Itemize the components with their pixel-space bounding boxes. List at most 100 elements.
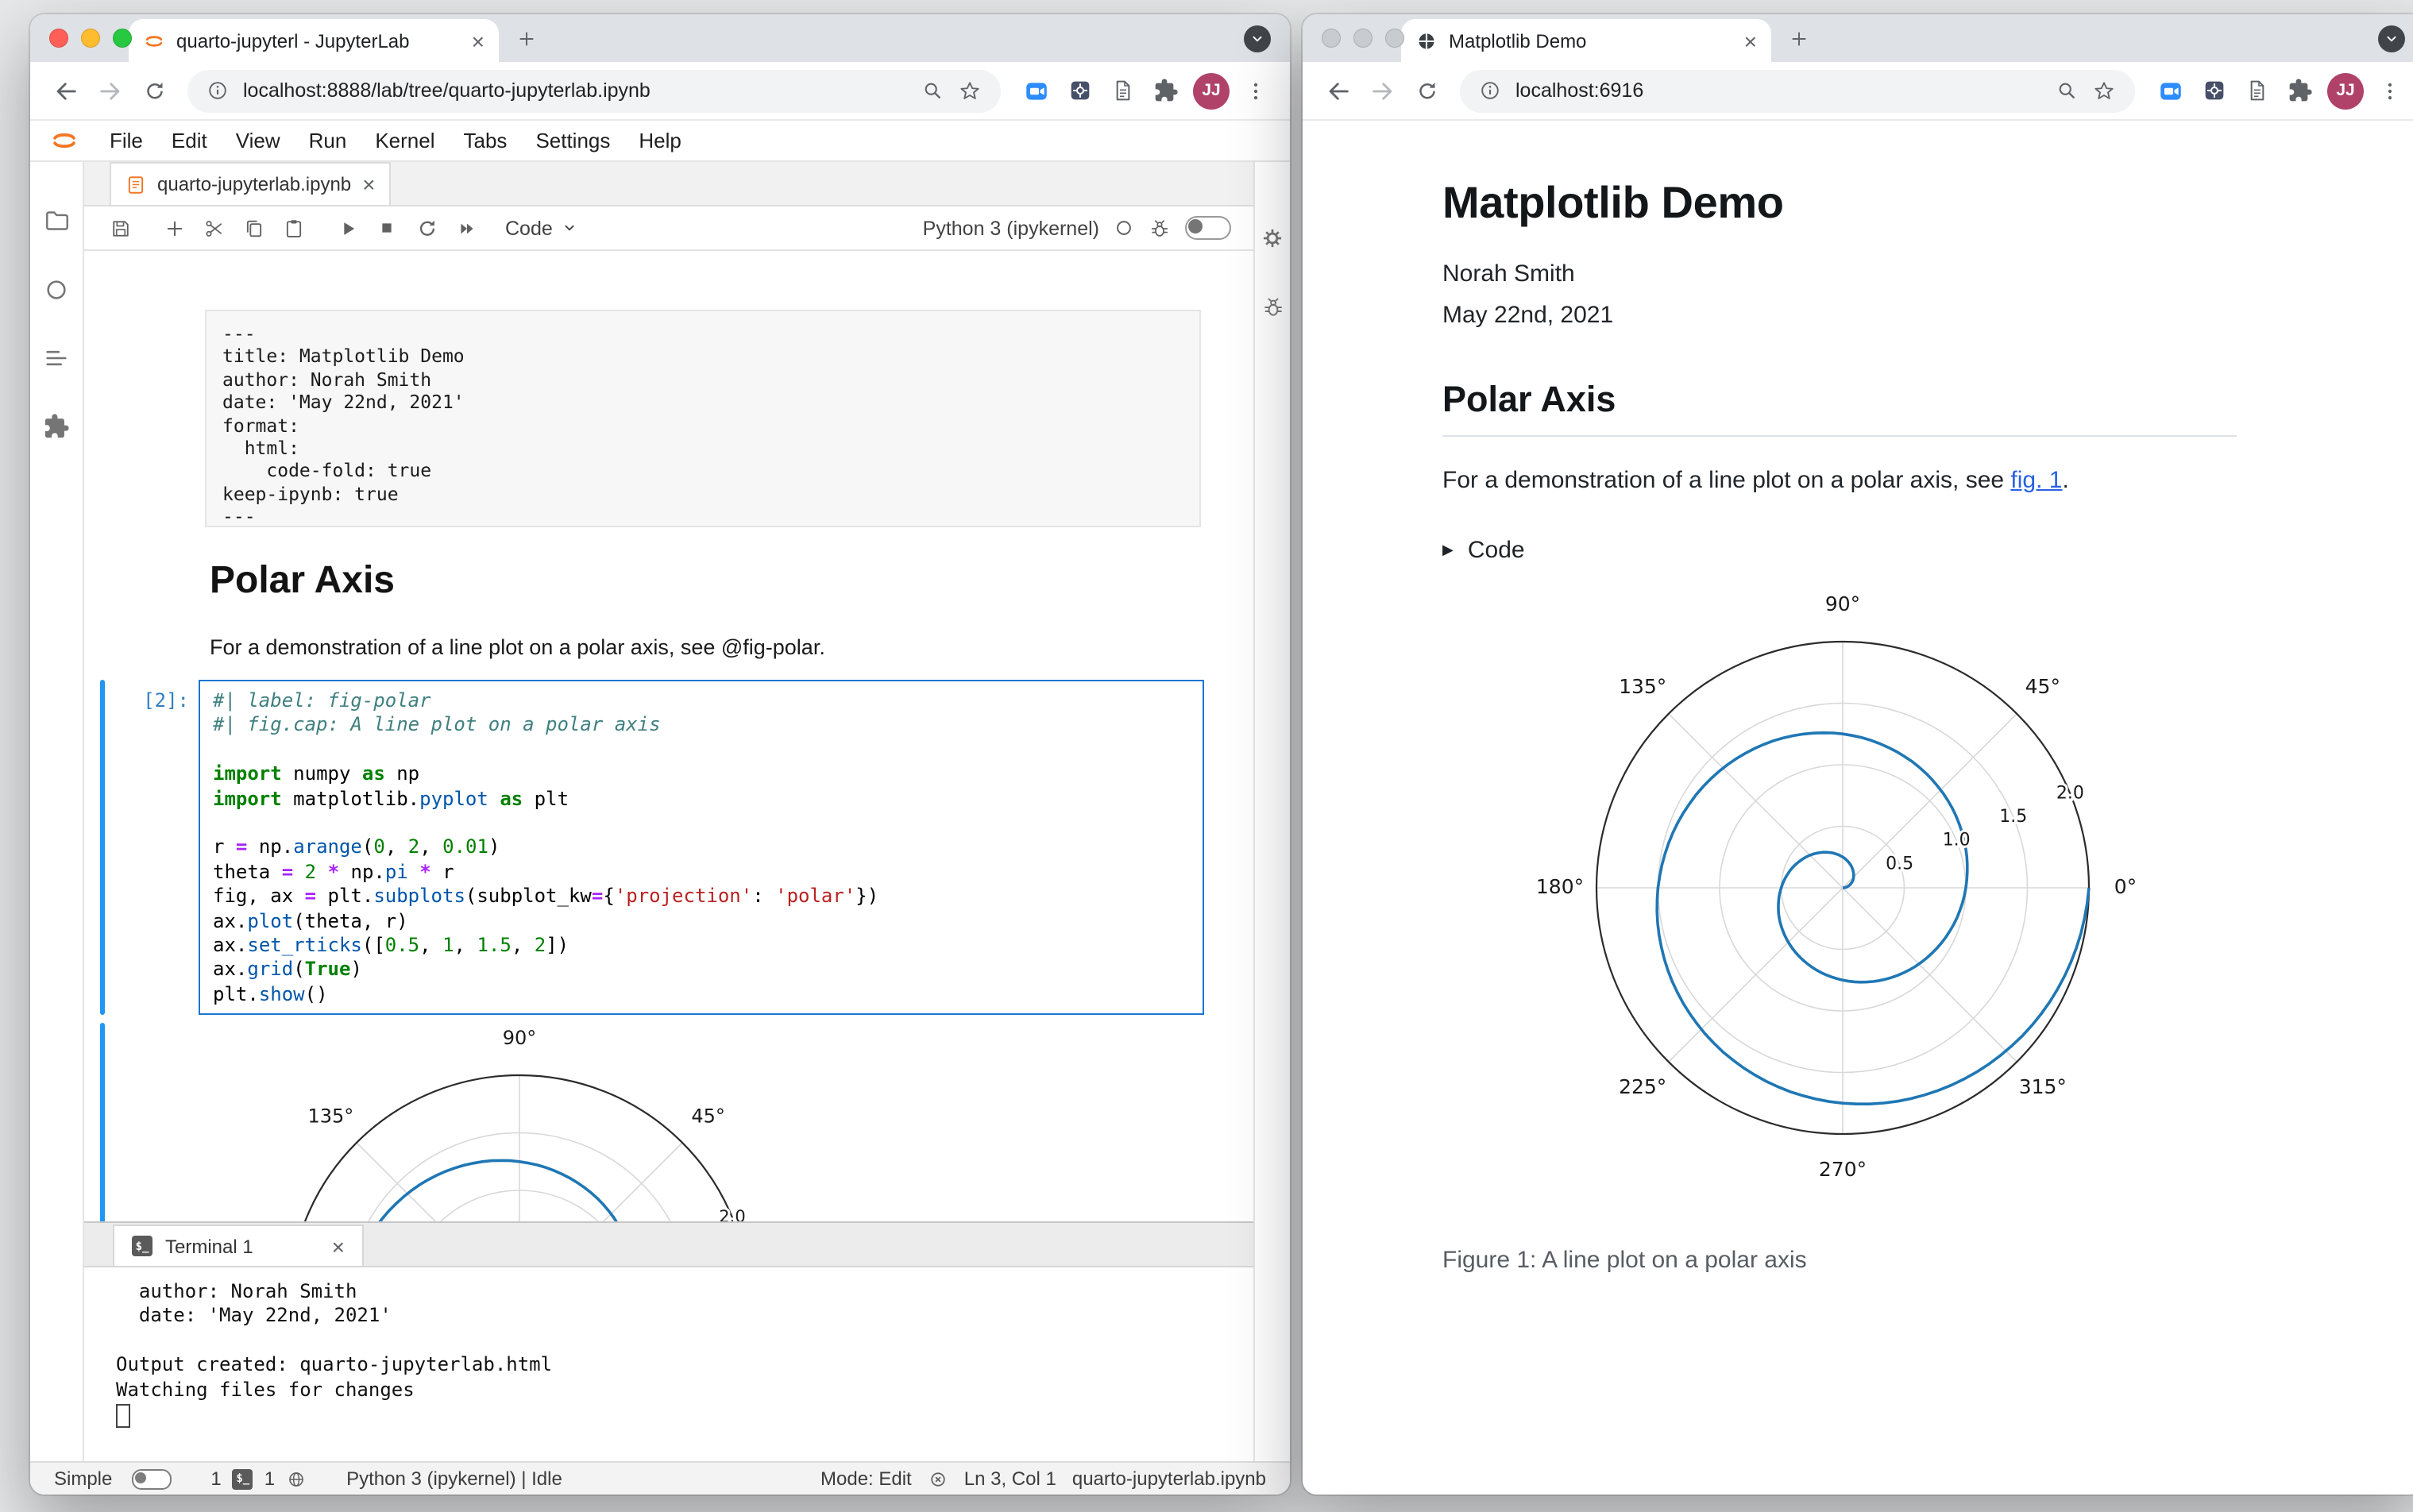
menu-run[interactable]: Run xyxy=(295,129,361,152)
code-line: ax.set_rticks([0.5, 1, 1.5, 2]) xyxy=(213,934,569,957)
window-controls[interactable] xyxy=(1322,29,1404,48)
document-tabbar: quarto-jupyterlab.ipynb × xyxy=(84,162,1253,206)
cut-cell-button[interactable] xyxy=(194,209,234,247)
tab-search-button[interactable] xyxy=(2378,25,2405,52)
dark-extension-icon[interactable] xyxy=(2202,78,2227,103)
code-line: #| fig.cap: A line plot on a polar axis xyxy=(213,713,661,736)
kernel-name[interactable]: Python 3 (ipykernel) xyxy=(923,217,1099,239)
mode-indicator[interactable]: Mode: Edit xyxy=(820,1468,912,1490)
bookmark-star-icon[interactable] xyxy=(2092,79,2116,102)
new-tab-button[interactable] xyxy=(1778,17,1819,59)
notification-icon[interactable] xyxy=(928,1468,948,1489)
rendered-document[interactable]: Matplotlib Demo Norah Smith May 22nd, 20… xyxy=(1303,121,2413,1495)
video-extension-icon[interactable] xyxy=(1023,77,1050,104)
address-bar[interactable]: localhost:6916 xyxy=(1460,69,2135,112)
minimize-window-button[interactable] xyxy=(1353,29,1373,48)
browser-tab-preview[interactable]: Matplotlib Demo × xyxy=(1401,19,1771,62)
cursor-position[interactable]: Ln 3, Col 1 xyxy=(964,1468,1056,1490)
document-extension-icon[interactable] xyxy=(1110,78,1136,103)
svg-text:1.0: 1.0 xyxy=(1943,830,1971,850)
property-inspector-gear-icon[interactable] xyxy=(1260,226,1285,251)
run-cell-button[interactable] xyxy=(327,209,367,247)
toolbar-toggle-switch[interactable] xyxy=(1185,216,1231,240)
file-browser-icon[interactable] xyxy=(42,206,71,235)
back-button[interactable] xyxy=(46,71,84,110)
close-window-button[interactable] xyxy=(49,29,68,48)
figure-link[interactable]: fig. 1 xyxy=(2010,467,2062,494)
terminal-output[interactable]: author: Norah Smith date: 'May 22nd, 202… xyxy=(84,1267,1253,1461)
run-all-button[interactable] xyxy=(446,209,486,247)
cell-type-dropdown[interactable]: Code xyxy=(505,217,578,239)
document-extension-icon[interactable] xyxy=(2245,78,2270,103)
close-tab-icon[interactable]: × xyxy=(472,29,485,52)
simple-mode-toggle[interactable] xyxy=(131,1468,172,1489)
reload-button[interactable] xyxy=(135,71,173,110)
code-line: ax.plot(theta, r) xyxy=(213,909,408,932)
copy-cell-button[interactable] xyxy=(234,209,273,247)
notebook-scroll-area[interactable]: --- title: Matplotlib Demo author: Norah… xyxy=(84,251,1253,1221)
menu-edit[interactable]: Edit xyxy=(157,129,222,152)
extensions-puzzle-icon[interactable] xyxy=(1153,78,1179,103)
close-notebook-icon[interactable]: × xyxy=(362,173,375,195)
profile-avatar[interactable]: JJ xyxy=(1193,72,1230,109)
menu-view[interactable]: View xyxy=(222,129,295,152)
window-controls[interactable] xyxy=(49,29,132,48)
zoom-lens-icon[interactable] xyxy=(921,79,944,102)
new-tab-button[interactable] xyxy=(505,17,546,59)
forward-button[interactable] xyxy=(91,71,129,110)
debugger-sidebar-bug-icon[interactable] xyxy=(1261,295,1284,319)
menu-settings[interactable]: Settings xyxy=(521,129,624,152)
running-kernels-icon[interactable] xyxy=(43,276,70,303)
browser-menu-button[interactable] xyxy=(1236,71,1274,110)
video-extension-icon[interactable] xyxy=(2157,77,2184,104)
minimize-window-button[interactable] xyxy=(81,29,100,48)
dark-extension-icon[interactable] xyxy=(1068,78,1093,103)
terminals-count[interactable]: 1 xyxy=(210,1468,221,1490)
raw-yaml-cell[interactable]: --- title: Matplotlib Demo author: Norah… xyxy=(205,310,1201,528)
browser-menu-button[interactable] xyxy=(2370,71,2408,110)
add-cell-button[interactable] xyxy=(154,209,194,247)
svg-text:1.5: 1.5 xyxy=(1999,807,2027,827)
kernels-count[interactable]: 1 xyxy=(264,1468,275,1490)
terminal-icon xyxy=(132,1236,153,1256)
code-line: fig, ax = plt.subplots(subplot_kw={'proj… xyxy=(213,885,879,908)
kernel-status-text[interactable]: Python 3 (ipykernel) | Idle xyxy=(346,1468,562,1490)
left-sidebar-strip xyxy=(30,162,84,1461)
menu-file[interactable]: File xyxy=(95,129,157,152)
zoom-lens-icon[interactable] xyxy=(2056,79,2078,102)
site-info-icon[interactable] xyxy=(1479,79,1501,102)
close-tab-icon[interactable]: × xyxy=(1744,29,1757,52)
cell-collapser[interactable] xyxy=(100,680,105,1015)
paste-cell-button[interactable] xyxy=(273,209,313,247)
notebook-tab[interactable]: quarto-jupyterlab.ipynb × xyxy=(110,162,392,205)
address-bar[interactable]: localhost:8888/lab/tree/quarto-jupyterla… xyxy=(187,69,1001,112)
extensions-puzzle-icon[interactable] xyxy=(2288,78,2313,103)
menu-help[interactable]: Help xyxy=(624,129,696,152)
kernel-status-icon[interactable] xyxy=(1114,218,1134,238)
code-fold-toggle[interactable]: ▶ Code xyxy=(1442,537,2237,564)
close-window-button[interactable] xyxy=(1322,29,1341,48)
browser-tab-jupyterlab[interactable]: quarto-jupyterl - JupyterLab × xyxy=(129,19,499,62)
menu-tabs[interactable]: Tabs xyxy=(450,129,522,152)
chevron-down-icon xyxy=(1249,30,1266,48)
code-cell-editor[interactable]: #| label: fig-polar #| fig.cap: A line pl… xyxy=(199,680,1204,1015)
restart-kernel-button[interactable] xyxy=(407,209,446,247)
reload-button[interactable] xyxy=(1407,71,1446,110)
terminal-tab[interactable]: Terminal 1 × xyxy=(113,1225,364,1266)
close-terminal-icon[interactable]: × xyxy=(332,1235,345,1257)
save-button[interactable] xyxy=(100,209,140,247)
output-collapser[interactable] xyxy=(100,1023,105,1221)
debugger-bug-icon[interactable] xyxy=(1149,217,1171,239)
bookmark-star-icon[interactable] xyxy=(958,79,982,102)
menu-kernel[interactable]: Kernel xyxy=(361,129,449,152)
profile-avatar[interactable]: JJ xyxy=(2327,72,2364,109)
tab-search-button[interactable] xyxy=(1244,25,1271,52)
back-button[interactable] xyxy=(1318,71,1357,110)
site-info-icon[interactable] xyxy=(207,79,229,102)
forward-button[interactable] xyxy=(1363,71,1401,110)
extension-manager-icon[interactable] xyxy=(43,413,70,440)
interrupt-kernel-button[interactable] xyxy=(367,209,407,247)
zoom-window-button[interactable] xyxy=(1385,29,1404,48)
zoom-window-button[interactable] xyxy=(113,29,132,48)
table-of-contents-icon[interactable] xyxy=(43,345,70,372)
